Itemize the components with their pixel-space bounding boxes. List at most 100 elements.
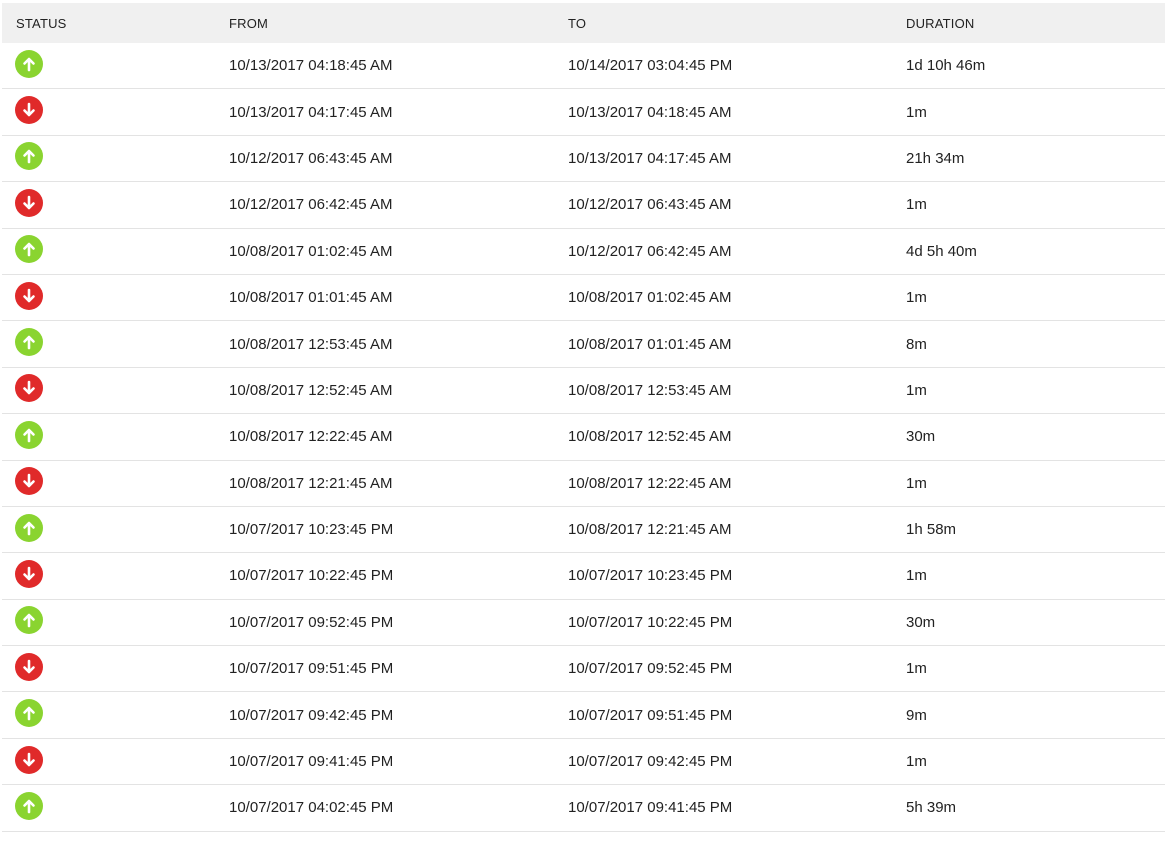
- table-row[interactable]: 10/07/2017 10:22:45 PM 10/07/2017 10:23:4…: [2, 553, 1165, 600]
- from-cell: 10/07/2017 10:23:45 PM: [229, 521, 394, 539]
- status-cell: [2, 652, 229, 685]
- duration-cell: 1m: [906, 567, 927, 585]
- to-cell: 10/08/2017 12:52:45 AM: [568, 428, 732, 446]
- to-cell: 10/07/2017 10:23:45 PM: [568, 567, 733, 585]
- arrow-up-icon: [15, 513, 43, 542]
- from-cell: 10/08/2017 12:21:45 AM: [229, 474, 393, 492]
- to-cell: 10/12/2017 06:43:45 AM: [568, 196, 732, 214]
- from-cell: 10/08/2017 12:22:45 AM: [229, 428, 393, 446]
- to-cell: 10/13/2017 04:17:45 AM: [568, 149, 732, 167]
- table-row[interactable]: 10/08/2017 01:01:45 AM 10/08/2017 01:02:4…: [2, 275, 1165, 322]
- status-cell: [2, 96, 229, 128]
- arrow-up-icon: [15, 142, 43, 171]
- status-cell: [2, 745, 229, 778]
- table-row[interactable]: 10/08/2017 12:22:45 AM 10/08/2017 12:52:4…: [2, 414, 1165, 461]
- from-cell: 10/08/2017 12:52:45 AM: [229, 381, 393, 399]
- duration-cell: 30m: [906, 613, 936, 631]
- to-cell: 10/07/2017 10:22:45 PM: [568, 613, 733, 631]
- table-header: STATUS FROM TO DURATION: [2, 3, 1165, 43]
- duration-cell: 1m: [906, 289, 927, 307]
- arrow-down-icon: [15, 559, 43, 588]
- status-cell: [2, 467, 229, 499]
- status-cell: [2, 791, 229, 824]
- arrow-up-icon: [15, 699, 43, 728]
- duration-cell: 1m: [906, 196, 927, 214]
- arrow-down-icon: [15, 281, 43, 310]
- status-cell: [2, 235, 229, 267]
- duration-cell: 8m: [906, 335, 927, 353]
- arrow-up-icon: [15, 606, 43, 635]
- arrow-down-icon: [15, 188, 43, 217]
- table-row[interactable]: 10/08/2017 12:53:45 AM 10/08/2017 01:01:4…: [2, 321, 1165, 368]
- from-cell: 10/07/2017 09:51:45 PM: [229, 660, 394, 678]
- table-row[interactable]: 10/08/2017 12:52:45 AM 10/08/2017 12:53:4…: [2, 368, 1165, 415]
- duration-cell: 21h 34m: [906, 149, 965, 167]
- table-row[interactable]: 10/12/2017 06:42:45 AM 10/12/2017 06:43:4…: [2, 182, 1165, 229]
- duration-cell: 5h 39m: [906, 799, 957, 817]
- table-row[interactable]: 10/13/2017 04:17:45 AM 10/13/2017 04:18:4…: [2, 89, 1165, 136]
- to-cell: 10/07/2017 09:52:45 PM: [568, 660, 733, 678]
- column-header-to[interactable]: TO: [568, 16, 906, 31]
- table-row[interactable]: 10/12/2017 06:43:45 AM 10/13/2017 04:17:4…: [2, 136, 1165, 183]
- table-row[interactable]: 10/07/2017 04:02:45 PM 10/07/2017 09:41:4…: [2, 785, 1165, 832]
- from-cell: 10/13/2017 04:17:45 AM: [229, 103, 393, 121]
- to-cell: 10/08/2017 01:02:45 AM: [568, 289, 732, 307]
- duration-cell: 1d 10h 46m: [906, 57, 986, 75]
- duration-cell: 4d 5h 40m: [906, 242, 977, 260]
- table-row[interactable]: 10/13/2017 04:18:45 AM 10/14/2017 03:04:4…: [2, 43, 1165, 90]
- duration-cell: 1m: [906, 753, 927, 771]
- column-header-duration[interactable]: DURATION: [906, 16, 1165, 31]
- from-cell: 10/08/2017 12:53:45 AM: [229, 335, 393, 353]
- status-cell: [2, 606, 229, 638]
- status-cell: [2, 328, 229, 360]
- duration-cell: 1m: [906, 660, 927, 678]
- duration-cell: 9m: [906, 706, 927, 724]
- duration-cell: 1m: [906, 474, 927, 492]
- status-cell: [2, 699, 229, 731]
- to-cell: 10/07/2017 09:41:45 PM: [568, 799, 733, 817]
- table-body: 10/13/2017 04:18:45 AM 10/14/2017 03:04:4…: [2, 43, 1165, 832]
- to-cell: 10/13/2017 04:18:45 AM: [568, 103, 732, 121]
- status-cell: [2, 374, 229, 406]
- to-cell: 10/12/2017 06:42:45 AM: [568, 242, 732, 260]
- duration-cell: 1h 58m: [906, 521, 957, 539]
- from-cell: 10/12/2017 06:42:45 AM: [229, 196, 393, 214]
- status-cell: [2, 281, 229, 314]
- to-cell: 10/07/2017 09:51:45 PM: [568, 706, 733, 724]
- arrow-up-icon: [15, 328, 43, 357]
- status-cell: [2, 142, 229, 174]
- from-cell: 10/07/2017 09:41:45 PM: [229, 753, 394, 771]
- table-row[interactable]: 10/07/2017 09:52:45 PM 10/07/2017 10:22:4…: [2, 600, 1165, 647]
- arrow-up-icon: [15, 49, 43, 78]
- from-cell: 10/08/2017 01:01:45 AM: [229, 289, 393, 307]
- status-cell: [2, 420, 229, 453]
- table-row[interactable]: 10/08/2017 01:02:45 AM 10/12/2017 06:42:4…: [2, 229, 1165, 275]
- from-cell: 10/07/2017 04:02:45 PM: [229, 799, 394, 817]
- arrow-down-icon: [15, 96, 43, 125]
- arrow-down-icon: [15, 745, 43, 774]
- table-row[interactable]: 10/07/2017 09:51:45 PM 10/07/2017 09:52:4…: [2, 646, 1165, 693]
- arrow-up-icon: [15, 235, 43, 264]
- table-row[interactable]: 10/07/2017 10:23:45 PM 10/08/2017 12:21:4…: [2, 507, 1165, 554]
- to-cell: 10/07/2017 09:42:45 PM: [568, 753, 733, 771]
- table-row[interactable]: 10/07/2017 09:42:45 PM 10/07/2017 09:51:4…: [2, 692, 1165, 739]
- column-header-status[interactable]: STATUS: [2, 16, 229, 31]
- uptime-log-table: STATUS FROM TO DURATION 10/13/2017 04:18…: [2, 3, 1165, 832]
- arrow-up-icon: [15, 791, 43, 820]
- arrow-down-icon: [15, 467, 43, 496]
- duration-cell: 30m: [906, 428, 936, 446]
- from-cell: 10/13/2017 04:18:45 AM: [229, 57, 393, 75]
- status-cell: [2, 513, 229, 546]
- to-cell: 10/08/2017 12:22:45 AM: [568, 474, 732, 492]
- from-cell: 10/07/2017 10:22:45 PM: [229, 567, 394, 585]
- to-cell: 10/08/2017 12:21:45 AM: [568, 521, 732, 539]
- table-row[interactable]: 10/07/2017 09:41:45 PM 10/07/2017 09:42:4…: [2, 739, 1165, 786]
- from-cell: 10/08/2017 01:02:45 AM: [229, 242, 393, 260]
- arrow-up-icon: [15, 420, 43, 449]
- to-cell: 10/14/2017 03:04:45 PM: [568, 57, 733, 75]
- from-cell: 10/07/2017 09:42:45 PM: [229, 706, 394, 724]
- from-cell: 10/07/2017 09:52:45 PM: [229, 613, 394, 631]
- table-row[interactable]: 10/08/2017 12:21:45 AM 10/08/2017 12:22:4…: [2, 461, 1165, 507]
- arrow-down-icon: [15, 652, 43, 681]
- column-header-from[interactable]: FROM: [229, 16, 568, 31]
